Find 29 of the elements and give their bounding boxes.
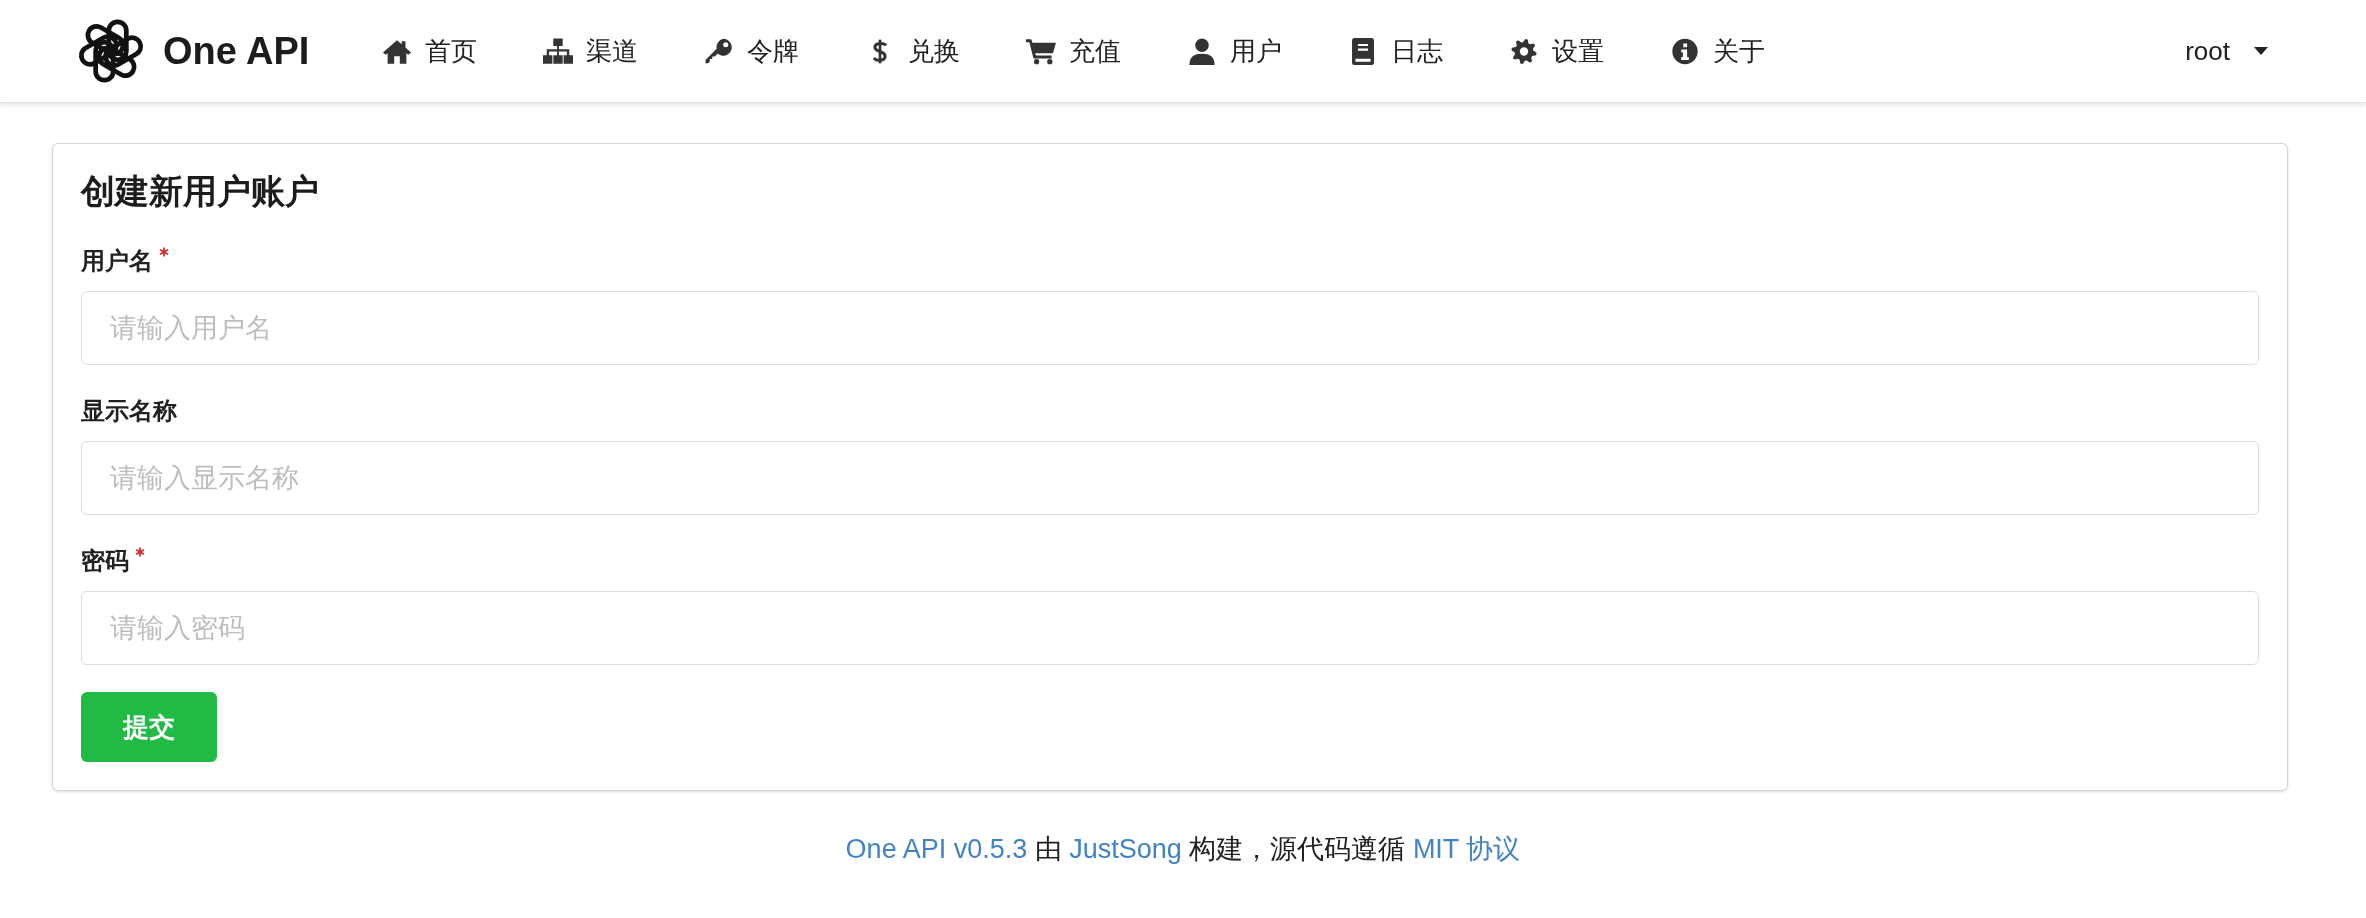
- nav-item[interactable]: 关于: [1637, 21, 1799, 81]
- user-icon: [1187, 37, 1218, 65]
- field-label: 密码: [81, 546, 129, 576]
- input-field[interactable]: 请输入用户名: [81, 291, 2259, 365]
- key-icon: [704, 37, 735, 65]
- info-icon: [1670, 37, 1701, 65]
- footer-link[interactable]: MIT 协议: [1412, 834, 1521, 864]
- input-field[interactable]: 请输入显示名称: [81, 441, 2259, 515]
- footer-credits: One API v0.5.3 由 JustSong 构建，源代码遵循 MIT 协议: [845, 833, 1521, 866]
- nav-item[interactable]: 令牌: [671, 21, 833, 81]
- nav-item[interactable]: 日志: [1315, 21, 1477, 81]
- nav-item[interactable]: 兑换: [832, 21, 994, 81]
- nav-item[interactable]: 首页: [349, 21, 511, 81]
- field-label: 显示名称: [81, 396, 177, 426]
- form-title: 创建新用户账户: [81, 171, 320, 211]
- user-menu[interactable]: root: [2185, 23, 2268, 79]
- nav-item[interactable]: 用户: [1154, 21, 1316, 81]
- footer-link[interactable]: JustSong: [1069, 834, 1182, 864]
- app-name: One API: [163, 29, 310, 73]
- nav-item[interactable]: 设置: [1476, 21, 1638, 81]
- nav-item[interactable]: 渠道: [510, 21, 672, 81]
- caret-icon: [2254, 47, 2268, 55]
- input-field[interactable]: 请输入密码: [81, 591, 2259, 665]
- cart-icon: [1026, 37, 1057, 65]
- field-label: 用户名: [81, 246, 153, 276]
- nav-item[interactable]: 充值: [993, 21, 1155, 81]
- hierarchy-icon: [543, 37, 574, 65]
- logo-icon: [76, 16, 146, 86]
- footer-link[interactable]: One API v0.5.3: [845, 834, 1028, 864]
